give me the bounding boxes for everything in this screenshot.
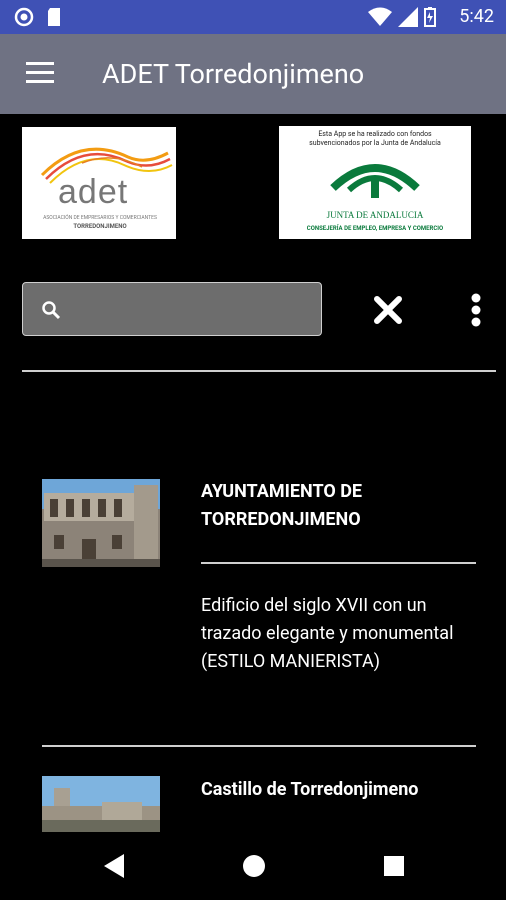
adet-brand: adet bbox=[58, 173, 129, 211]
adet-caption-line2: TORREDONJIMENO bbox=[73, 223, 127, 230]
search-bar[interactable] bbox=[22, 282, 322, 336]
item-divider bbox=[42, 745, 476, 747]
app-title: ADET Torredonjimeno bbox=[102, 58, 365, 90]
junta-dept: CONSEJERÍA DE EMPLEO, EMPRESA Y COMERCIO bbox=[306, 225, 444, 232]
battery-icon bbox=[424, 7, 436, 27]
junta-andalucia-logo: Esta App se ha realizado con fondos subv… bbox=[279, 126, 471, 239]
back-icon[interactable] bbox=[102, 852, 126, 880]
divider-top bbox=[22, 370, 496, 372]
home-icon[interactable] bbox=[242, 854, 266, 878]
ayuntamiento-image bbox=[42, 479, 160, 567]
status-bar: 5:42 bbox=[0, 0, 506, 34]
status-left-icons bbox=[14, 7, 62, 27]
title-divider bbox=[201, 562, 476, 564]
adet-caption-line1: ASOCIACIÓN DE EMPRESARIOS Y COMERCIANTES bbox=[43, 215, 157, 221]
search-input[interactable] bbox=[73, 295, 317, 325]
place-description: Edificio del siglo XVII con un trazado e… bbox=[201, 595, 454, 672]
place-title: Castillo de Torredonjimeno bbox=[201, 779, 419, 800]
castillo-image bbox=[42, 776, 160, 832]
wifi-icon bbox=[368, 7, 392, 26]
place-title: AYUNTAMIENTO DE TORREDONJIMENO bbox=[201, 481, 363, 530]
junta-name: JUNTA DE ANDALUCIA bbox=[326, 210, 424, 220]
adet-logo: adet ASOCIACIÓN DE EMPRESARIOS Y COMERCI… bbox=[22, 127, 176, 239]
status-right-icons bbox=[368, 7, 436, 27]
signal-icon bbox=[398, 7, 418, 27]
status-time: 5:42 bbox=[459, 6, 494, 27]
navigation-bar bbox=[0, 832, 506, 900]
junta-emblem bbox=[330, 164, 420, 198]
sd-card-icon bbox=[48, 8, 60, 26]
recents-icon[interactable] bbox=[384, 856, 404, 876]
clear-search-icon[interactable] bbox=[372, 294, 404, 326]
search-icon bbox=[42, 301, 61, 320]
more-options-icon[interactable] bbox=[466, 292, 486, 328]
menu-icon[interactable] bbox=[26, 62, 54, 84]
app-bar: ADET Torredonjimeno bbox=[0, 34, 506, 114]
notification-icon bbox=[14, 7, 34, 27]
